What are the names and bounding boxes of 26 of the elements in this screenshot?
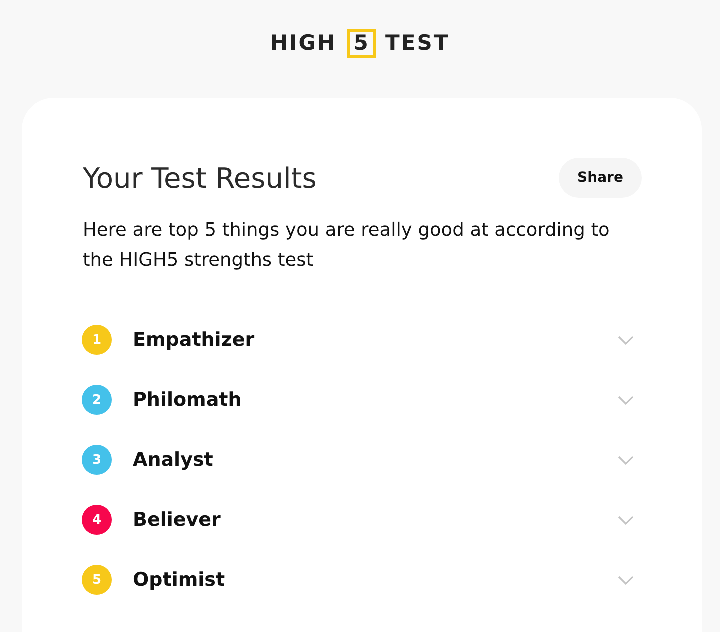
chevron-down-icon	[618, 516, 634, 524]
strength-name: Empathizer	[133, 329, 256, 351]
rank-badge: 3	[82, 445, 112, 475]
strength-row[interactable]: 3 Analyst	[82, 430, 642, 490]
chevron-down-icon	[618, 576, 634, 584]
rank-badge: 1	[82, 325, 112, 355]
logo-number-box: 5	[346, 28, 376, 58]
rank-badge: 2	[82, 385, 112, 415]
results-title: Your Test Results	[83, 162, 317, 194]
strength-row[interactable]: 4 Believer	[82, 490, 642, 550]
strength-row[interactable]: 2 Philomath	[82, 370, 642, 430]
strength-name: Analyst	[133, 449, 214, 471]
rank-badge: 5	[82, 565, 112, 595]
strength-row[interactable]: 1 Empathizer	[82, 310, 642, 370]
chevron-down-icon	[618, 336, 634, 344]
strength-name: Optimist	[133, 569, 226, 591]
share-button[interactable]: Share	[559, 158, 642, 198]
chevron-down-icon	[618, 396, 634, 404]
strength-name: Philomath	[133, 389, 243, 411]
logo-text: TEST	[386, 31, 450, 55]
rank-badge: 4	[82, 505, 112, 535]
strength-name: Believer	[133, 509, 222, 531]
strength-row[interactable]: 5 Optimist	[82, 550, 642, 610]
results-description: Here are top 5 things you are really good at according to the HIGH5 strengths test	[83, 219, 611, 273]
logo-text: HIGH	[270, 31, 337, 55]
chevron-down-icon	[618, 456, 634, 464]
